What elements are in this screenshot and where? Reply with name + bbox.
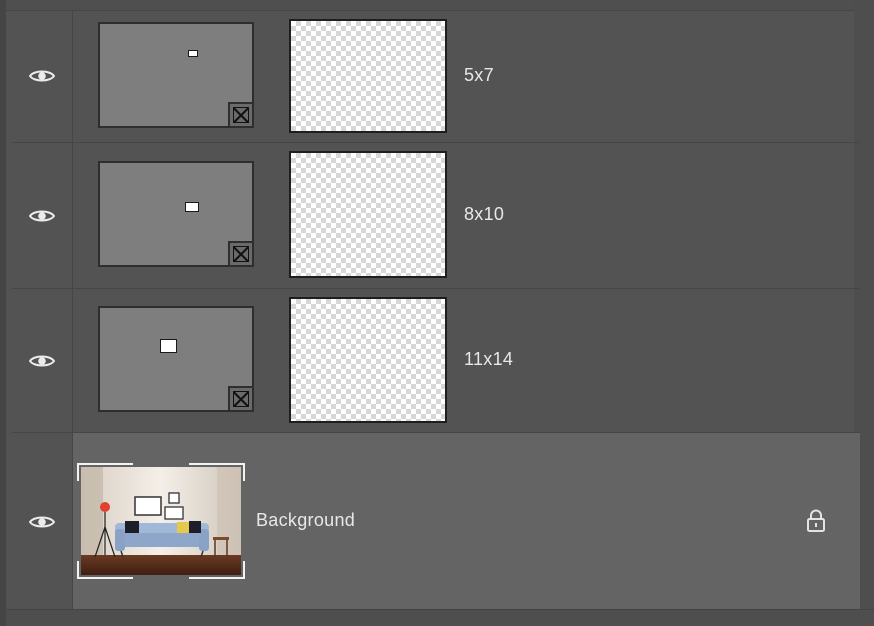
- background-thumbnail[interactable]: [77, 463, 245, 579]
- vector-mask-thumbnail[interactable]: [98, 22, 254, 128]
- layer-body[interactable]: 11x14: [73, 289, 860, 432]
- layer-content-thumbnail[interactable]: [289, 297, 447, 423]
- selection-corner: [189, 463, 245, 481]
- layer-row-8x10[interactable]: 8x10: [12, 143, 860, 289]
- panel-bottom-strip: [6, 609, 874, 626]
- layer-name[interactable]: Background: [256, 510, 355, 531]
- vector-mask-link-icon: [228, 241, 254, 267]
- eye-icon[interactable]: [29, 514, 55, 530]
- layer-body[interactable]: 8x10: [73, 143, 860, 288]
- eye-icon[interactable]: [29, 68, 55, 84]
- vector-mask-thumbnail[interactable]: [98, 161, 254, 267]
- vector-mask-link-icon: [228, 386, 254, 412]
- visibility-toggle[interactable]: [12, 143, 73, 288]
- layer-row-5x7[interactable]: 5x7: [12, 10, 860, 143]
- mask-shape: [188, 50, 198, 57]
- eye-icon[interactable]: [29, 208, 55, 224]
- mask-shape: [160, 339, 177, 353]
- lock-icon[interactable]: [806, 509, 826, 538]
- mask-shape: [185, 202, 199, 212]
- layer-name[interactable]: 5x7: [464, 65, 494, 86]
- layer-name[interactable]: 8x10: [464, 204, 504, 225]
- visibility-toggle[interactable]: [12, 433, 73, 610]
- visibility-toggle[interactable]: [12, 289, 73, 432]
- layer-body[interactable]: Background: [73, 433, 860, 610]
- layer-content-thumbnail[interactable]: [289, 151, 447, 278]
- layer-name[interactable]: 11x14: [464, 349, 513, 370]
- layer-body[interactable]: 5x7: [73, 10, 860, 142]
- layer-content-thumbnail[interactable]: [289, 19, 447, 133]
- selection-corner: [77, 463, 133, 481]
- selection-corner: [189, 561, 245, 579]
- layers-panel: 5x7 8x10 11x14 Background: [0, 0, 874, 626]
- room-photo: [81, 467, 241, 575]
- selection-corner: [77, 561, 133, 579]
- layer-row-11x14[interactable]: 11x14: [12, 289, 860, 433]
- visibility-toggle[interactable]: [12, 10, 73, 142]
- eye-icon[interactable]: [29, 353, 55, 369]
- vector-mask-link-icon: [228, 102, 254, 128]
- vector-mask-thumbnail[interactable]: [98, 306, 254, 412]
- layer-row-background[interactable]: Background: [12, 433, 860, 611]
